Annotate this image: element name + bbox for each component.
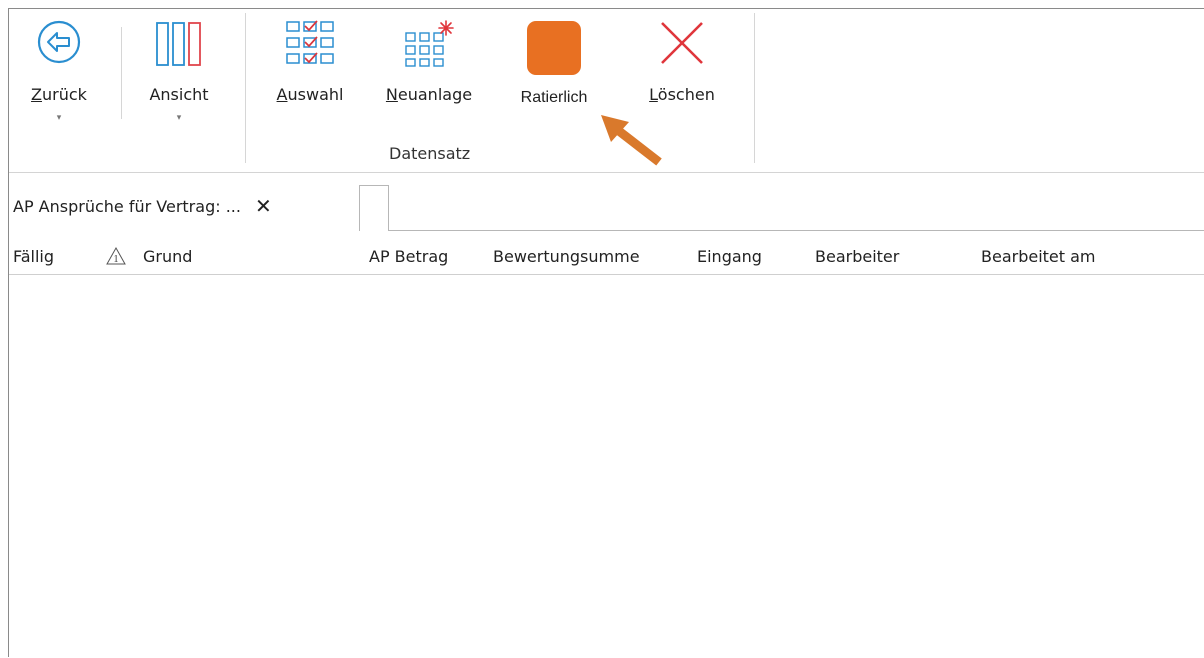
new-record-button[interactable]: Neuanlage	[381, 9, 477, 139]
ratierlich-button[interactable]: Ratierlich	[509, 9, 599, 139]
select-button[interactable]: Auswahl	[267, 9, 353, 139]
app-window: Zurück ▾ Ansicht ▾ Auswahl Neuanlage Rat…	[8, 8, 1204, 657]
ribbon-group-separator-end	[754, 13, 755, 163]
delete-button-label: Löschen	[649, 85, 715, 104]
view-columns-icon	[156, 22, 201, 66]
column-bearbeitet-am[interactable]: Bearbeitet am	[981, 247, 1096, 266]
view-button-label: Ansicht	[149, 85, 209, 104]
new-record-icon	[405, 20, 454, 67]
view-dropdown-icon[interactable]: ▾	[137, 113, 221, 123]
column-grund[interactable]: Grund	[143, 247, 192, 266]
column-ap-betrag[interactable]: AP Betrag	[369, 247, 448, 266]
view-button[interactable]: Ansicht ▾	[137, 9, 221, 139]
ratierlich-button-label: Ratierlich	[520, 89, 588, 106]
close-icon[interactable]: ✕	[255, 194, 272, 218]
ribbon-separator	[121, 27, 122, 119]
column-bearbeiter[interactable]: Bearbeiter	[815, 247, 899, 266]
back-button[interactable]: Zurück ▾	[27, 9, 91, 139]
back-dropdown-icon[interactable]: ▾	[27, 113, 91, 123]
document-tabs: AP Ansprüche für Vertrag: ... ✕	[9, 181, 1204, 231]
column-eingang[interactable]: Eingang	[697, 247, 762, 266]
orange-square-icon	[527, 21, 581, 75]
back-arrow-icon	[37, 20, 81, 64]
group-label-datensatz: Datensatz	[389, 144, 471, 163]
checklist-grid-icon	[286, 20, 334, 64]
column-faellig[interactable]: Fällig	[13, 247, 54, 266]
annotation-arrow-icon	[601, 115, 662, 166]
select-button-label: Auswahl	[276, 85, 344, 104]
column-bewertungsumme[interactable]: Bewertungsumme	[493, 247, 640, 266]
ribbon-group-separator	[245, 13, 246, 163]
warning-digit: 1	[114, 254, 119, 265]
grid-body[interactable]	[9, 275, 1204, 658]
new-record-button-label: Neuanlage	[385, 85, 473, 104]
grid-column-header: Fällig 1 Grund AP Betrag Bewertungsumme …	[9, 237, 1204, 275]
tab-ap-ansprueche[interactable]: AP Ansprüche für Vertrag: ... ✕	[9, 181, 359, 231]
back-button-label: Zurück	[31, 85, 87, 104]
new-tab-slot[interactable]	[359, 185, 389, 231]
warning-triangle-icon[interactable]: 1	[105, 246, 127, 266]
delete-x-icon	[661, 22, 703, 64]
tab-label: AP Ansprüche für Vertrag: ...	[13, 196, 241, 216]
ribbon: Zurück ▾ Ansicht ▾ Auswahl Neuanlage Rat…	[9, 9, 1204, 173]
